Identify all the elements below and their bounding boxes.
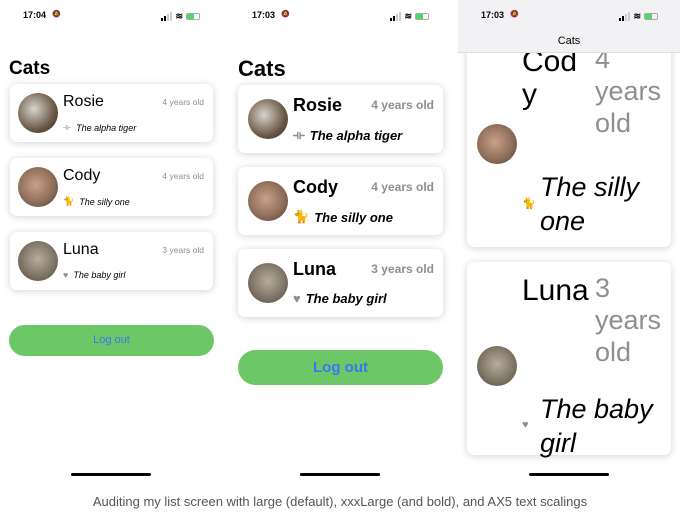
cat-avatar: [248, 99, 288, 139]
bell-slash-icon: 🔕: [52, 11, 61, 18]
cat-card[interactable]: Cody 4 years old 🐈 The silly one: [238, 167, 443, 235]
cat-avatar: [18, 167, 58, 207]
cat-avatar: [477, 346, 517, 386]
cat-tagline: The baby girl: [305, 291, 387, 306]
cat-name: Luna: [522, 274, 589, 307]
cat-tagline-row: ♥ The baby girl: [293, 291, 387, 306]
status-bar: 17:04 🔕 ≋: [0, 9, 222, 23]
cat-age: 4 years old: [162, 97, 204, 107]
cat-age: 4 years old: [371, 180, 434, 194]
home-indicator[interactable]: [71, 473, 151, 476]
cat-tagline-row: ⟛ The alpha tiger: [293, 127, 402, 143]
status-time: 17:03: [252, 10, 276, 20]
status-bar: 17:03 🔕 ≋: [229, 9, 451, 23]
cat-avatar: [248, 181, 288, 221]
cat-avatar: [18, 93, 58, 133]
cat-tagline: The baby girl: [540, 394, 653, 458]
cat-name: Rosie: [63, 93, 104, 110]
status-bar: 17:03 🔕 ≋: [458, 9, 680, 23]
page-title: Cats: [238, 56, 286, 81]
cat-tagline-row: 🐈 The silly one: [293, 209, 393, 225]
status-icons: ≋: [619, 11, 658, 22]
cat-tagline: The baby girl: [73, 270, 126, 280]
battery-icon: [644, 13, 658, 20]
status-time: 17:03: [481, 10, 505, 20]
home-indicator[interactable]: [300, 473, 380, 476]
cat-tagline: The alpha tiger: [309, 127, 403, 143]
cat-card[interactable]: Cody 4 years old 🐈 The silly one: [467, 30, 671, 247]
screen-large: 17:04 🔕 ≋ Cats Rosie 4 years old ⟛ The alpha ti…: [0, 0, 222, 486]
cat-name: Luna: [63, 241, 99, 258]
cat-card[interactable]: Luna 3 years old ♥ The baby girl: [238, 249, 443, 317]
caption: Auditing my list screen with large (defa…: [92, 494, 588, 509]
cat-age: 4 years old: [162, 171, 204, 181]
heart-icon: ♥: [63, 270, 69, 280]
status-icons: ≋: [390, 11, 429, 22]
cat-name: Cody: [293, 177, 338, 197]
bell-slash-icon: 🔕: [281, 11, 290, 18]
cat-name: Cody: [63, 167, 101, 184]
cat-tagline: The silly one: [540, 172, 640, 236]
dumbbell-icon: ⟛: [63, 122, 72, 132]
battery-icon: [415, 13, 429, 20]
cat-age: 3 years old: [595, 273, 662, 367]
cellular-signal-icon: [390, 12, 402, 21]
cellular-signal-icon: [161, 12, 173, 21]
wifi-icon: ≋: [633, 11, 641, 21]
status-icons: ≋: [161, 11, 200, 22]
cat-icon: 🐈: [63, 196, 75, 206]
cat-tagline: The silly one: [79, 196, 130, 207]
logout-button[interactable]: Log out: [9, 325, 214, 356]
cat-icon: 🐈: [522, 198, 536, 210]
cat-name: Cody: [522, 45, 578, 111]
home-indicator[interactable]: [529, 473, 609, 476]
status-time: 17:04: [23, 10, 47, 20]
heart-icon: ♥: [293, 291, 301, 306]
navigation-bar: Cats: [458, 0, 680, 53]
dumbbell-icon: ⟛: [293, 127, 305, 142]
cat-tagline-row: ♥ The baby girl: [63, 270, 125, 280]
cat-icon: 🐈: [293, 209, 310, 224]
cat-tagline-row: ⟛ The alpha tiger: [63, 122, 136, 133]
cat-name: Rosie: [293, 95, 343, 115]
wifi-icon: ≋: [404, 11, 412, 21]
cat-tagline: The alpha tiger: [76, 122, 137, 133]
cat-card[interactable]: Cody 4 years old 🐈 The silly one: [10, 158, 213, 216]
cat-name: Luna: [293, 259, 336, 279]
cat-avatar: [18, 241, 58, 281]
battery-icon: [186, 13, 200, 20]
cat-tagline: The silly one: [314, 209, 393, 225]
bell-slash-icon: 🔕: [510, 11, 519, 18]
cat-avatar: [248, 263, 288, 303]
logout-button[interactable]: Log out: [238, 350, 443, 385]
cat-tagline-row: 🐈 The silly one: [63, 196, 130, 207]
cat-age: 4 years old: [371, 98, 434, 112]
screen-ax5: Cody 4 years old 🐈 The silly one Luna 3 years…: [458, 0, 680, 486]
cat-card[interactable]: Rosie 4 years old ⟛ The alpha tiger: [10, 84, 213, 142]
page-title: Cats: [9, 58, 51, 79]
heart-icon: ♥: [522, 419, 529, 431]
cat-card[interactable]: Luna 3 years old ♥ The baby girl: [467, 262, 671, 458]
cat-avatar: [477, 124, 517, 164]
cat-card[interactable]: Luna 3 years old ♥ The baby girl: [10, 232, 213, 290]
screen-xxxlarge-bold: 17:03 🔕 ≋ Cats Rosie 4 years old ⟛ The alpha ti…: [229, 0, 451, 486]
cat-age: 3 years old: [371, 262, 434, 276]
nav-title: Cats: [557, 35, 581, 47]
cellular-signal-icon: [619, 12, 631, 21]
cat-age: 3 years old: [162, 245, 204, 255]
cat-age: 4 years old: [595, 44, 662, 138]
wifi-icon: ≋: [175, 11, 183, 21]
cat-card[interactable]: Rosie 4 years old ⟛ The alpha tiger: [238, 85, 443, 153]
